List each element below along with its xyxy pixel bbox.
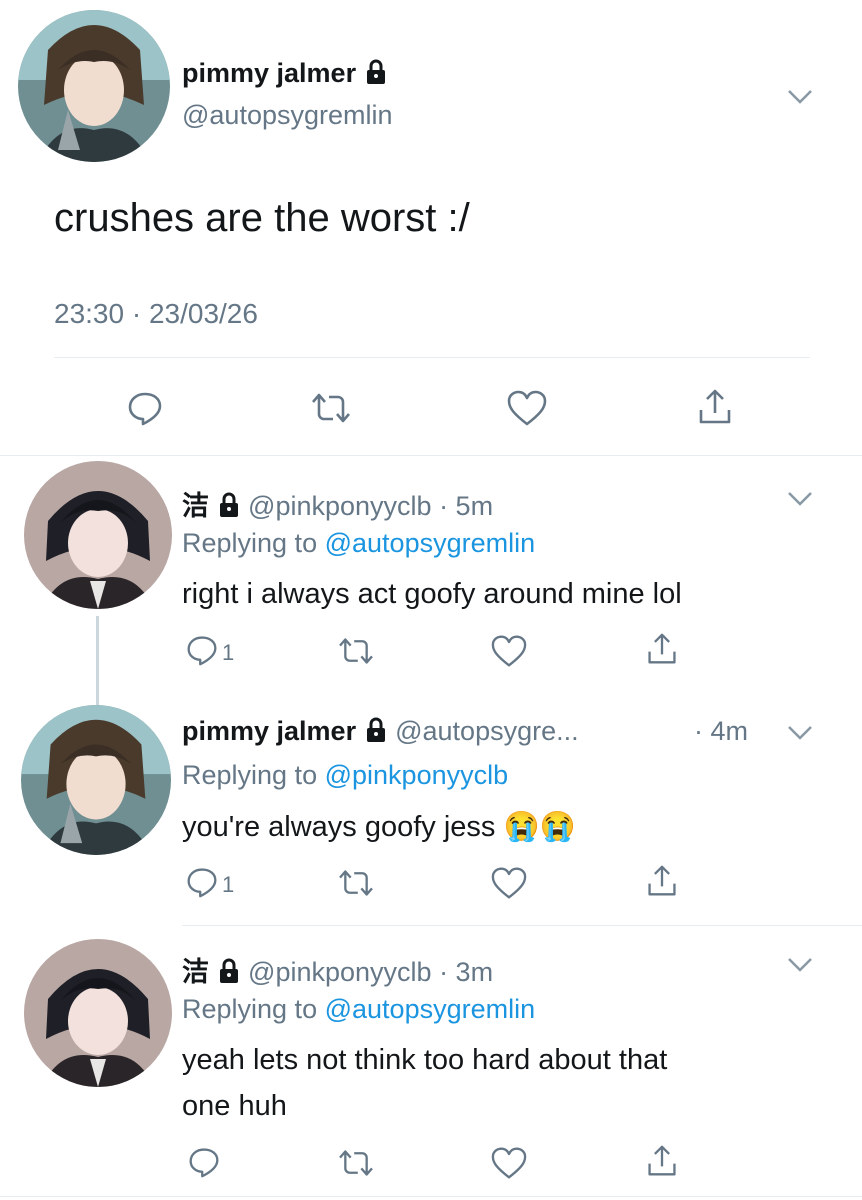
lock-icon (219, 958, 238, 983)
lock-icon (219, 492, 238, 517)
avatar-reply-2[interactable] (21, 705, 171, 855)
reply-3-replying-to: Replying to @autopsygremlin (182, 994, 535, 1025)
reply-count: 1 (222, 872, 235, 897)
share-icon[interactable] (646, 864, 678, 898)
retweet-icon[interactable] (336, 1147, 376, 1179)
divider (0, 455, 862, 456)
main-display-name[interactable]: pimmy jalmer (182, 58, 388, 89)
reply-icon[interactable] (188, 1146, 220, 1178)
retweet-icon[interactable] (336, 867, 376, 899)
reply-2-display-name[interactable]: pimmy jalmer (182, 716, 356, 746)
main-timestamp[interactable]: 23:30 · 23/03/26 (54, 298, 258, 330)
replying-to-label: Replying to (182, 528, 318, 558)
like-icon[interactable] (490, 634, 528, 668)
lock-icon (366, 717, 385, 742)
share-icon[interactable] (646, 632, 678, 666)
reply-3-text-line-2: one huh (182, 1090, 287, 1122)
chevron-down-icon[interactable] (786, 724, 814, 742)
reply-3-display-name[interactable]: 洁 (182, 957, 209, 987)
reply-3-handle[interactable]: @pinkponyyclb (248, 957, 432, 987)
divider (0, 1196, 862, 1197)
reply-1-handle[interactable]: @pinkponyyclb (248, 491, 432, 521)
reply-count: 1 (222, 640, 235, 665)
reply-2-text: you're always goofy jess 😭😭 (182, 810, 576, 844)
lock-icon (366, 59, 385, 84)
main-tweet-text: crushes are the worst :/ (54, 196, 470, 240)
replying-to-link[interactable]: @pinkponyyclb (325, 760, 509, 790)
reply-2-time[interactable]: · 4m (694, 716, 748, 747)
reply-1-replying-to: Replying to @autopsygremlin (182, 528, 535, 559)
avatar-reply-3[interactable] (24, 939, 172, 1087)
thread-line (96, 616, 99, 706)
reply-3-header: 洁 @pinkponyyclb · 3m (182, 950, 493, 989)
replying-to-link[interactable]: @autopsygremlin (325, 528, 536, 558)
chevron-down-icon[interactable] (786, 956, 814, 974)
like-icon[interactable] (506, 389, 548, 427)
reply-icon[interactable] (186, 866, 218, 898)
reply-3-time[interactable]: · 3m (439, 957, 493, 987)
reply-1-display-name[interactable]: 洁 (182, 491, 209, 521)
reply-1-header: 洁 @pinkponyyclb · 5m (182, 484, 493, 523)
avatar-main[interactable] (18, 10, 170, 162)
like-icon[interactable] (490, 1146, 528, 1180)
reply-2-text-body: you're always goofy jess (182, 811, 496, 843)
share-icon[interactable] (646, 1144, 678, 1178)
reply-3-text-line-1: yeah lets not think too hard about that (182, 1044, 668, 1076)
replying-to-label: Replying to (182, 760, 318, 790)
divider (54, 357, 810, 358)
replying-to-label: Replying to (182, 994, 318, 1024)
avatar-reply-1[interactable] (24, 461, 172, 609)
chevron-down-icon[interactable] (786, 88, 814, 106)
reply-2-header: pimmy jalmer @autopsygre... (182, 716, 579, 747)
divider (182, 925, 862, 926)
retweet-icon[interactable] (309, 390, 353, 426)
reply-2-replying-to: Replying to @pinkponyyclb (182, 760, 508, 791)
reply-1-text: right i always act goofy around mine lol (182, 578, 682, 610)
display-name-text: pimmy jalmer (182, 58, 357, 88)
reply-1-time[interactable]: · 5m (439, 491, 493, 521)
reply-icon[interactable] (127, 390, 163, 426)
like-icon[interactable] (490, 866, 528, 900)
reply-2-handle[interactable]: @autopsygre... (395, 716, 579, 746)
share-icon[interactable] (697, 388, 733, 426)
replying-to-link[interactable]: @autopsygremlin (325, 994, 536, 1024)
reply-icon[interactable] (186, 634, 218, 666)
main-handle[interactable]: @autopsygremlin (182, 100, 393, 131)
chevron-down-icon[interactable] (786, 490, 814, 508)
retweet-icon[interactable] (336, 635, 376, 667)
crying-emoji: 😭😭 (503, 811, 576, 843)
